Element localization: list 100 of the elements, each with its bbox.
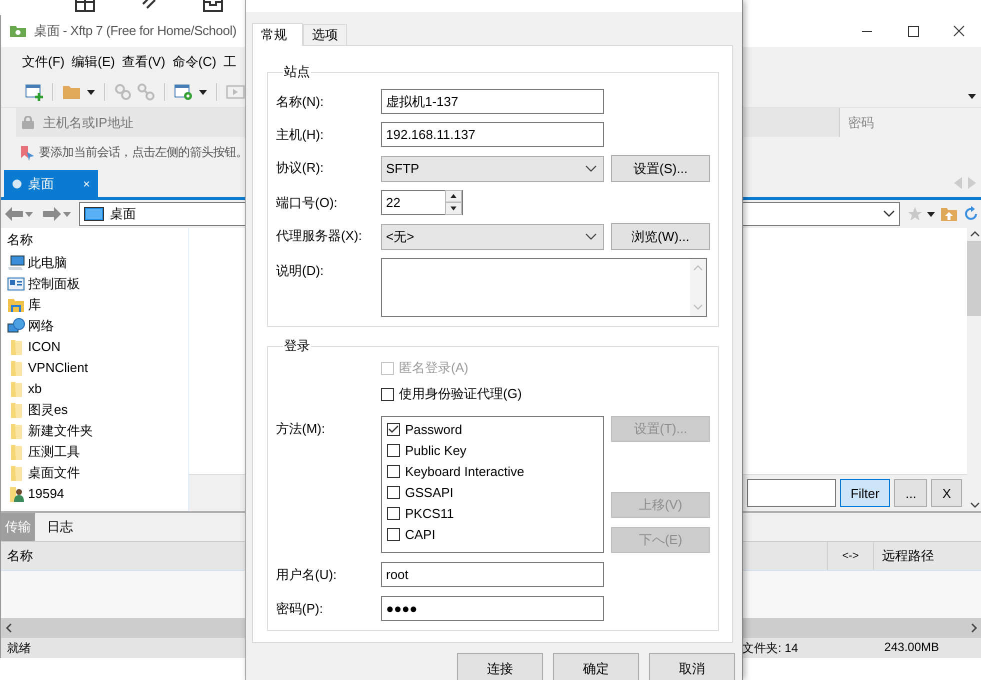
checkbox[interactable] [387,528,400,541]
dropdown[interactable]: <无> [381,224,604,250]
chevron-icon [585,232,597,240]
scrollbar-thumb[interactable] [967,241,981,316]
checkbox-label[interactable]: CAPI [405,527,436,542]
checkbox-label[interactable]: PKCS11 [405,506,454,521]
dialog-button[interactable]: 连接 [457,653,543,680]
menu-item[interactable]: 查看(V) [122,53,166,71]
password-field[interactable]: ●●●● [381,596,604,621]
field-label: 名称(N): [276,93,325,111]
dialog-button[interactable]: 确定 [553,653,639,680]
dialog-button[interactable]: 取消 [649,653,735,680]
menu-item[interactable]: 工 [223,53,236,71]
scroll-down-icon[interactable] [970,502,980,508]
folder-count: 文件夹: 14 [742,640,798,656]
file-name[interactable]: 新建文件夹 [28,422,93,440]
text-field[interactable]: 192.168.11.137 [381,122,604,147]
app-icon [9,24,27,38]
checkbox-label[interactable]: 使用身份验证代理(G) [399,385,522,403]
menu-item[interactable]: 文件(F) [22,53,65,71]
text-area[interactable] [381,258,707,317]
file-name[interactable]: VPNClient [28,360,88,375]
file-name[interactable]: 控制面板 [28,274,80,292]
monitor-icon [84,207,104,221]
scroll-right-icon[interactable] [970,623,978,633]
checkbox-label[interactable]: GSSAPI [405,485,454,500]
dot-icon [12,178,22,188]
number-field[interactable]: 22 [381,190,463,215]
menu-item[interactable]: 命令(C) [172,53,216,71]
file-name[interactable]: 网络 [28,316,54,334]
back-arrow-icon[interactable] [5,207,23,221]
settings-button[interactable]: 浏览(W)... [611,223,710,250]
filter-button[interactable]: X [931,479,962,507]
caret-icon[interactable] [87,90,95,94]
checkbox-label[interactable]: Keyboard Interactive [405,464,524,479]
caret-icon[interactable] [968,94,976,98]
scrollbar[interactable] [690,259,706,316]
chevron-icon [585,164,597,172]
checkbox[interactable] [387,486,400,499]
file-name[interactable]: xb [28,381,42,396]
link-icon [114,83,132,101]
status-text: 就绪 [7,640,31,656]
text-field[interactable]: 虚拟机1-137 [381,89,604,114]
scroll-up-icon[interactable] [970,231,980,237]
spin-buttons[interactable] [445,190,462,215]
tab[interactable]: 常规 [252,23,303,46]
file-name[interactable]: 此电脑 [28,254,67,272]
checkbox[interactable] [381,388,394,400]
text-field[interactable]: root [381,562,604,587]
checkbox[interactable] [387,444,400,457]
checkbox[interactable] [387,465,400,478]
file-name[interactable]: 19594 [28,486,64,501]
checkbox[interactable] [387,507,400,520]
computer-icon [7,254,25,272]
group-title: 登录 [283,337,311,355]
dropdown[interactable]: SFTP [381,156,604,182]
file-name[interactable]: ICON [28,339,60,354]
size-text: 243.00MB [884,640,939,656]
new-window-icon[interactable] [25,83,43,101]
close-icon[interactable]: × [82,176,90,190]
file-name[interactable]: 压测工具 [28,442,80,460]
flag-icon [19,144,35,160]
column-header[interactable]: 名称 [1,547,33,565]
file-name[interactable]: 图灵es [28,400,68,418]
hint-text: 要添加当前会话，点击左侧的箭头按钮。 [39,144,248,161]
file-name[interactable]: 桌面文件 [28,464,80,482]
menu-item[interactable]: 编辑(E) [72,53,115,71]
column-header[interactable]: <-> [827,542,873,570]
field-label: 方法(M): [276,420,326,438]
link-icon [137,83,155,101]
group-title: 站点 [283,63,311,81]
file-name[interactable]: 库 [28,296,41,314]
session-tab[interactable]: 桌面 × [4,170,98,197]
chevron-icon[interactable] [883,210,895,218]
checkbox[interactable] [387,423,400,436]
forward-arrow-icon[interactable] [43,207,61,221]
checkbox-label[interactable]: Public Key [405,443,466,458]
column-header[interactable]: 名称 [1,228,188,252]
lock-icon [22,116,34,129]
scroll-left-icon[interactable] [5,623,13,633]
filter-button[interactable]: ... [894,479,928,507]
play-window-icon [226,83,246,101]
tab[interactable]: 选项 [303,24,347,45]
window-title: 桌面 - Xftp 7 (Free for Home/School) [34,22,236,40]
user-folder-icon [7,484,25,502]
checkbox-label[interactable]: Password [405,422,462,437]
star-icon[interactable] [908,207,922,221]
field-label: 用户名(U): [276,566,338,584]
caret-icon[interactable] [927,212,935,216]
check-icon [388,425,399,434]
caret-icon[interactable] [199,90,207,94]
field-label: 协议(R): [276,159,325,177]
refresh-icon[interactable] [963,206,979,222]
panel-tab[interactable]: 日志 [43,513,77,541]
column-header[interactable]: 远程路径 [873,542,981,570]
method-list[interactable]: Password Public Key Keyboard Interactive GSSAPI PKCS11 CAPI [381,416,604,553]
settings-button[interactable]: 设置(S)... [611,155,710,182]
filter-button[interactable]: Filter [840,479,890,507]
window-gear-icon[interactable] [174,83,194,101]
filter-field[interactable] [746,479,836,507]
